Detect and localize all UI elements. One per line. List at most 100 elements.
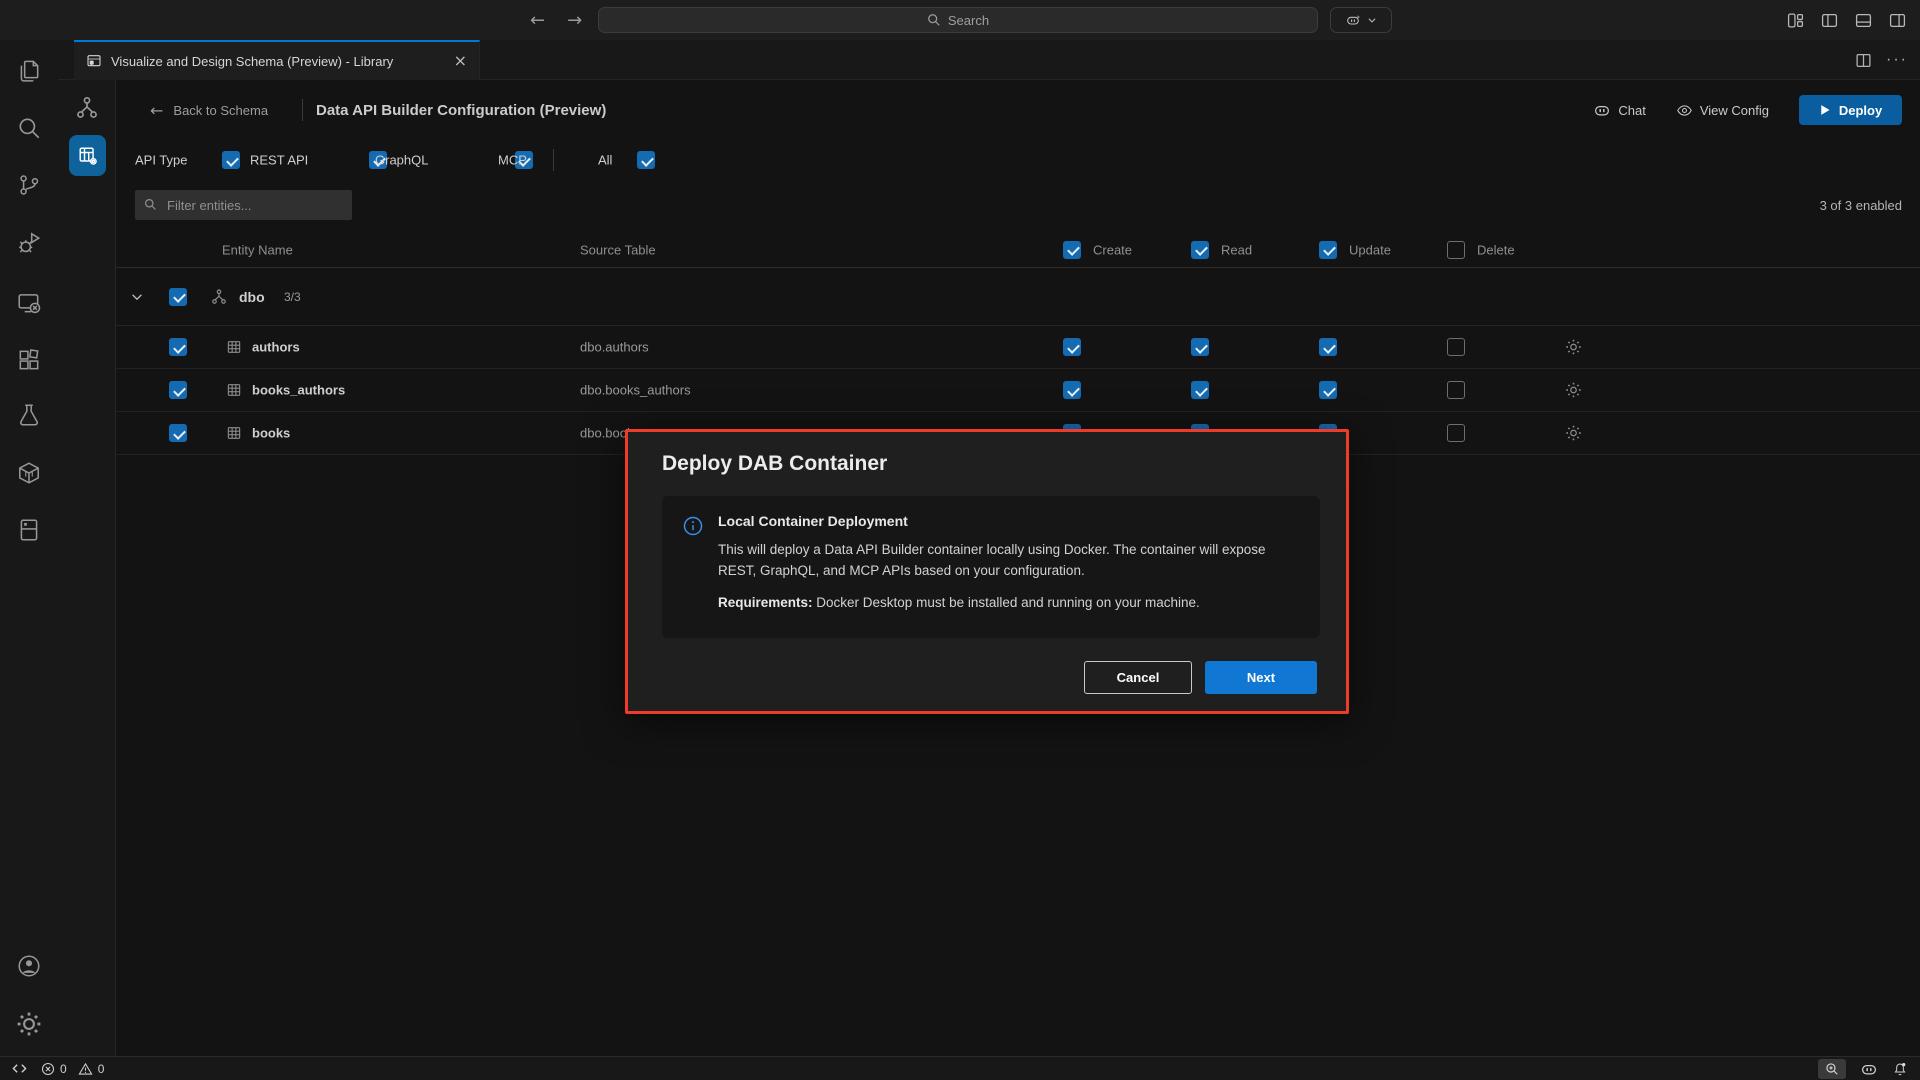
info-icon — [682, 513, 704, 621]
delete-all-checkbox[interactable] — [1447, 241, 1465, 259]
row-checkbox[interactable] — [169, 381, 187, 399]
view-header: ← Back to Schema Data API Builder Config… — [116, 88, 1920, 132]
notebook-icon[interactable] — [16, 517, 42, 543]
entities-table-header: Entity Name Source Table Create Read Upd… — [116, 232, 1920, 268]
notifications-bell-icon[interactable] — [1892, 1061, 1908, 1077]
back-to-schema-button[interactable]: ← Back to Schema — [150, 88, 268, 132]
dab-config-view-selected[interactable] — [69, 135, 106, 176]
explorer-icon[interactable] — [16, 57, 42, 83]
create-checkbox[interactable] — [1063, 338, 1081, 356]
nav-back-icon[interactable]: ← — [530, 10, 545, 31]
remote-indicator[interactable] — [12, 1061, 27, 1076]
deploy-button[interactable]: Deploy — [1799, 95, 1902, 125]
col-entity-name: Entity Name — [222, 242, 293, 257]
customize-layout-icon[interactable] — [1787, 12, 1804, 29]
back-arrow-icon: ← — [150, 101, 163, 120]
rest-api-checkbox[interactable] — [222, 151, 240, 169]
chat-button[interactable]: Chat — [1593, 101, 1645, 119]
eye-icon — [1676, 102, 1693, 119]
all-checkbox[interactable] — [637, 151, 655, 169]
graphql-label: GraphQL — [375, 153, 428, 168]
settings-gear-icon[interactable] — [16, 1011, 42, 1037]
run-debug-icon[interactable] — [16, 230, 42, 256]
copilot-icon — [1345, 12, 1361, 28]
schema-designer-icon[interactable] — [74, 95, 100, 121]
info-callout: Local Container Deployment This will dep… — [662, 496, 1320, 638]
requirements-label: Requirements: — [718, 595, 813, 610]
problems-indicator[interactable]: 0 0 — [41, 1062, 104, 1076]
package-container-icon[interactable] — [16, 460, 42, 486]
col-read: Read — [1221, 242, 1252, 257]
search-view-icon[interactable] — [16, 115, 42, 141]
delete-checkbox[interactable] — [1447, 338, 1465, 356]
view-config-button[interactable]: View Config — [1676, 102, 1769, 119]
cancel-button[interactable]: Cancel — [1084, 661, 1192, 694]
zoom-status-button[interactable] — [1818, 1059, 1846, 1079]
all-label: All — [598, 153, 612, 168]
row-checkbox[interactable] — [169, 338, 187, 356]
more-actions-icon[interactable]: ··· — [1886, 51, 1908, 69]
error-count: 0 — [60, 1062, 67, 1076]
read-checkbox[interactable] — [1191, 338, 1209, 356]
info-heading: Local Container Deployment — [718, 513, 1300, 529]
activity-bar — [0, 40, 58, 1056]
read-checkbox[interactable] — [1191, 381, 1209, 399]
chevron-down-icon[interactable] — [130, 290, 144, 304]
row-settings-gear-icon[interactable] — [1565, 382, 1582, 399]
table-row-authors: authors dbo.authors — [116, 326, 1920, 369]
delete-checkbox[interactable] — [1447, 424, 1465, 442]
toggle-primary-sidebar-icon[interactable] — [1821, 12, 1838, 29]
deploy-dab-container-dialog: Deploy DAB Container Local Container Dep… — [625, 429, 1349, 714]
server-disconnected-icon[interactable] — [16, 290, 42, 316]
tab-visualize-design-schema[interactable]: Visualize and Design Schema (Preview) - … — [74, 40, 480, 80]
vscode-window: ← → Search — [0, 0, 1920, 1080]
tab-close-icon[interactable]: × — [454, 53, 467, 69]
tab-bar: Visualize and Design Schema (Preview) - … — [58, 40, 1920, 80]
header-divider — [302, 99, 303, 121]
read-all-checkbox[interactable] — [1191, 241, 1209, 259]
delete-checkbox[interactable] — [1447, 381, 1465, 399]
create-all-checkbox[interactable] — [1063, 241, 1081, 259]
nav-forward-icon[interactable]: → — [567, 10, 582, 31]
filter-entities-input[interactable] — [135, 190, 352, 220]
col-update: Update — [1349, 242, 1391, 257]
requirements-text: Docker Desktop must be installed and run… — [813, 595, 1200, 610]
page-title: Data API Builder Configuration (Preview) — [316, 88, 606, 132]
source-control-icon[interactable] — [16, 172, 42, 198]
row-checkbox[interactable] — [169, 424, 187, 442]
toggle-panel-icon[interactable] — [1855, 12, 1872, 29]
global-search-input[interactable]: Search — [598, 7, 1318, 33]
warning-count: 0 — [98, 1062, 105, 1076]
rest-api-label: REST API — [250, 153, 308, 168]
status-bar: 0 0 — [0, 1056, 1920, 1080]
toggle-secondary-sidebar-icon[interactable] — [1889, 12, 1906, 29]
extension-side-strip — [58, 80, 116, 1056]
update-checkbox[interactable] — [1319, 381, 1337, 399]
titlebar: ← → Search — [0, 0, 1920, 40]
update-checkbox[interactable] — [1319, 338, 1337, 356]
col-delete: Delete — [1477, 242, 1515, 257]
copilot-status-icon[interactable] — [1860, 1060, 1878, 1078]
chevron-down-icon — [1367, 15, 1377, 25]
search-icon — [927, 13, 941, 27]
table-icon — [226, 382, 242, 398]
group-checkbox[interactable] — [169, 288, 187, 306]
create-checkbox[interactable] — [1063, 381, 1081, 399]
update-all-checkbox[interactable] — [1319, 241, 1337, 259]
extensions-icon[interactable] — [16, 347, 42, 373]
group-count: 3/3 — [284, 290, 301, 304]
split-editor-icon[interactable] — [1855, 52, 1872, 69]
next-button[interactable]: Next — [1205, 661, 1317, 694]
schema-group-row-dbo: dbo 3/3 — [116, 268, 1920, 326]
api-type-label: API Type — [135, 153, 188, 168]
api-type-filter-row: API Type REST API GraphQL MCP All — [116, 142, 1920, 178]
row-settings-gear-icon[interactable] — [1565, 339, 1582, 356]
enabled-summary: 3 of 3 enabled — [1820, 198, 1902, 213]
database-schema-tab-icon — [86, 53, 102, 69]
copilot-chat-button[interactable] — [1330, 7, 1392, 33]
account-icon[interactable] — [16, 953, 42, 979]
row-settings-gear-icon[interactable] — [1565, 425, 1582, 442]
test-beaker-icon[interactable] — [16, 402, 42, 428]
col-source-table: Source Table — [580, 242, 656, 257]
col-create: Create — [1093, 242, 1132, 257]
